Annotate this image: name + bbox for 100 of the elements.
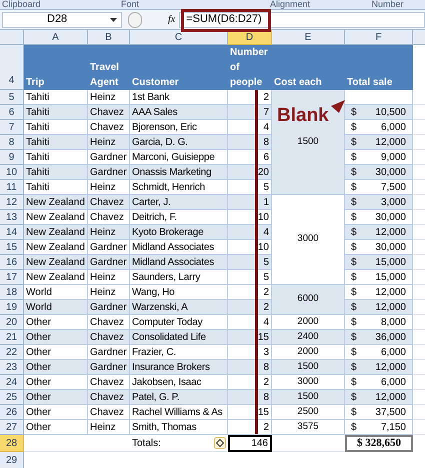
paste-options-icon[interactable] xyxy=(214,437,226,449)
ribbon-group-label: Number xyxy=(370,0,404,9)
row-header[interactable]: 18 xyxy=(0,285,24,300)
row-header[interactable]: 11 xyxy=(0,180,24,195)
table-cell: $ 15,000 xyxy=(345,270,413,285)
table-cell: Gardner xyxy=(88,165,130,180)
table-cell: $ 6,000 xyxy=(345,345,413,360)
table-cell: $ 3,000 xyxy=(345,195,413,210)
row-header[interactable]: 20 xyxy=(0,315,24,330)
table-cell: Carter, J. xyxy=(130,195,228,210)
table-cell: World xyxy=(24,300,88,315)
table-header-cell: Trip xyxy=(24,45,88,90)
row-header[interactable]: 27 xyxy=(0,420,24,435)
row-header[interactable]: 24 xyxy=(0,375,24,390)
row-header[interactable]: 14 xyxy=(0,225,24,240)
table-cell: Gardner xyxy=(88,240,130,255)
table-cell: $ 12,000 xyxy=(345,300,413,315)
table-cell: 8 xyxy=(228,135,272,150)
table-cell: Deitrich, F. xyxy=(130,210,228,225)
ribbon-group-label: Clipboard xyxy=(1,0,42,9)
table-cell: $ 7,500 xyxy=(345,180,413,195)
formula-field[interactable]: =SUM(D6:D27) xyxy=(179,12,425,28)
row-header[interactable]: 10 xyxy=(0,165,24,180)
table-header-cell: Number of people xyxy=(228,45,272,90)
row-header[interactable]: 8 xyxy=(0,135,24,150)
table-cell: $ 12,000 xyxy=(345,285,413,300)
table-cell: Wang, Ho xyxy=(130,285,228,300)
table-cell: $ 36,000 xyxy=(345,330,413,345)
table-cell: $ 37,500 xyxy=(345,405,413,420)
table-cell: 1st Bank xyxy=(130,90,228,105)
column-header[interactable]: B xyxy=(88,30,130,45)
table-cell: 8 xyxy=(228,360,272,375)
table-cell: Warzenski, A xyxy=(130,300,228,315)
table-cell: $ 12,000 xyxy=(345,225,413,240)
table-cell: Chavez xyxy=(88,120,130,135)
table-header-cell: Travel Agent xyxy=(88,45,130,90)
table-cell: 15 xyxy=(228,330,272,345)
table-cell: 15 xyxy=(228,405,272,420)
table-cell: Chavez xyxy=(88,405,130,420)
table-cell: Chavez xyxy=(88,330,130,345)
table-cell: $ 12,000 xyxy=(345,390,413,405)
table-cell: Marconi, Guisieppe xyxy=(130,150,228,165)
row-header[interactable]: 29 xyxy=(0,452,24,468)
row-header[interactable]: 26 xyxy=(0,405,24,420)
table-cell: 5 xyxy=(228,180,272,195)
name-box[interactable]: D28 xyxy=(2,12,122,28)
row-header[interactable]: 13 xyxy=(0,210,24,225)
table-cell: New Zealand xyxy=(24,240,88,255)
table-cell: New Zealand xyxy=(24,195,88,210)
row-header[interactable]: 12 xyxy=(0,195,24,210)
row-header[interactable]: 28 xyxy=(0,435,24,452)
row-header[interactable]: 15 xyxy=(0,240,24,255)
row-header[interactable]: 17 xyxy=(0,270,24,285)
ribbon-group-label: Alignment xyxy=(268,0,311,9)
totals-label: Totals: xyxy=(132,436,161,450)
dropdown-icon xyxy=(110,18,117,22)
row-header[interactable]: 4 xyxy=(0,45,24,90)
table-cell: $ 10,500 xyxy=(345,105,413,120)
column-header[interactable]: E xyxy=(272,30,345,45)
table-cell: Heinz xyxy=(88,270,130,285)
table-cell: $ 12,000 xyxy=(345,135,413,150)
total-cell: $ 328,650 xyxy=(345,435,413,452)
table-cell: 8 xyxy=(228,390,272,405)
table-cell: Other xyxy=(24,330,88,345)
row-header[interactable]: 9 xyxy=(0,150,24,165)
table-header-cell: Total sale xyxy=(345,45,413,90)
arrow-head-icon xyxy=(331,100,345,113)
table-cell: Jakobsen, Isaac xyxy=(130,375,228,390)
table-cell: Bjorenson, Eric xyxy=(130,120,228,135)
table-cell: Tahiti xyxy=(24,135,88,150)
selected-cell[interactable]: 146 xyxy=(228,435,272,452)
table-header-cell: Cost each xyxy=(272,45,345,90)
table-cell: Gardner xyxy=(88,360,130,375)
table-cell: Tahiti xyxy=(24,150,88,165)
function-button[interactable]: fx xyxy=(168,12,176,27)
row-header[interactable]: 16 xyxy=(0,255,24,270)
row-header[interactable]: 23 xyxy=(0,360,24,375)
row-header[interactable]: 22 xyxy=(0,345,24,360)
table-cell: 3 xyxy=(228,345,272,360)
row-header[interactable]: 7 xyxy=(0,120,24,135)
table-cell: Chavez xyxy=(88,210,130,225)
table-cell: 2500 xyxy=(272,405,345,420)
table-cell: Consolidated Life xyxy=(130,330,228,345)
column-header[interactable]: A xyxy=(24,30,88,45)
table-cell: 2 xyxy=(228,420,272,435)
table-cell: 3000 xyxy=(272,195,345,285)
row-header[interactable]: 21 xyxy=(0,330,24,345)
table-cell: Heinz xyxy=(88,285,130,300)
row-header[interactable]: 25 xyxy=(0,390,24,405)
column-header[interactable]: C xyxy=(130,30,228,45)
table-cell: $ 30,000 xyxy=(345,240,413,255)
row-header[interactable]: 19 xyxy=(0,300,24,315)
table-cell: 5 xyxy=(228,270,272,285)
column-header[interactable]: F xyxy=(345,30,413,45)
table-cell: Chavez xyxy=(88,105,130,120)
table-cell: Chavez xyxy=(88,390,130,405)
row-header[interactable]: 6 xyxy=(0,105,24,120)
row-header[interactable]: 5 xyxy=(0,90,24,105)
table-cell: Garcia, D. G. xyxy=(130,135,228,150)
table-cell: 6 xyxy=(228,150,272,165)
